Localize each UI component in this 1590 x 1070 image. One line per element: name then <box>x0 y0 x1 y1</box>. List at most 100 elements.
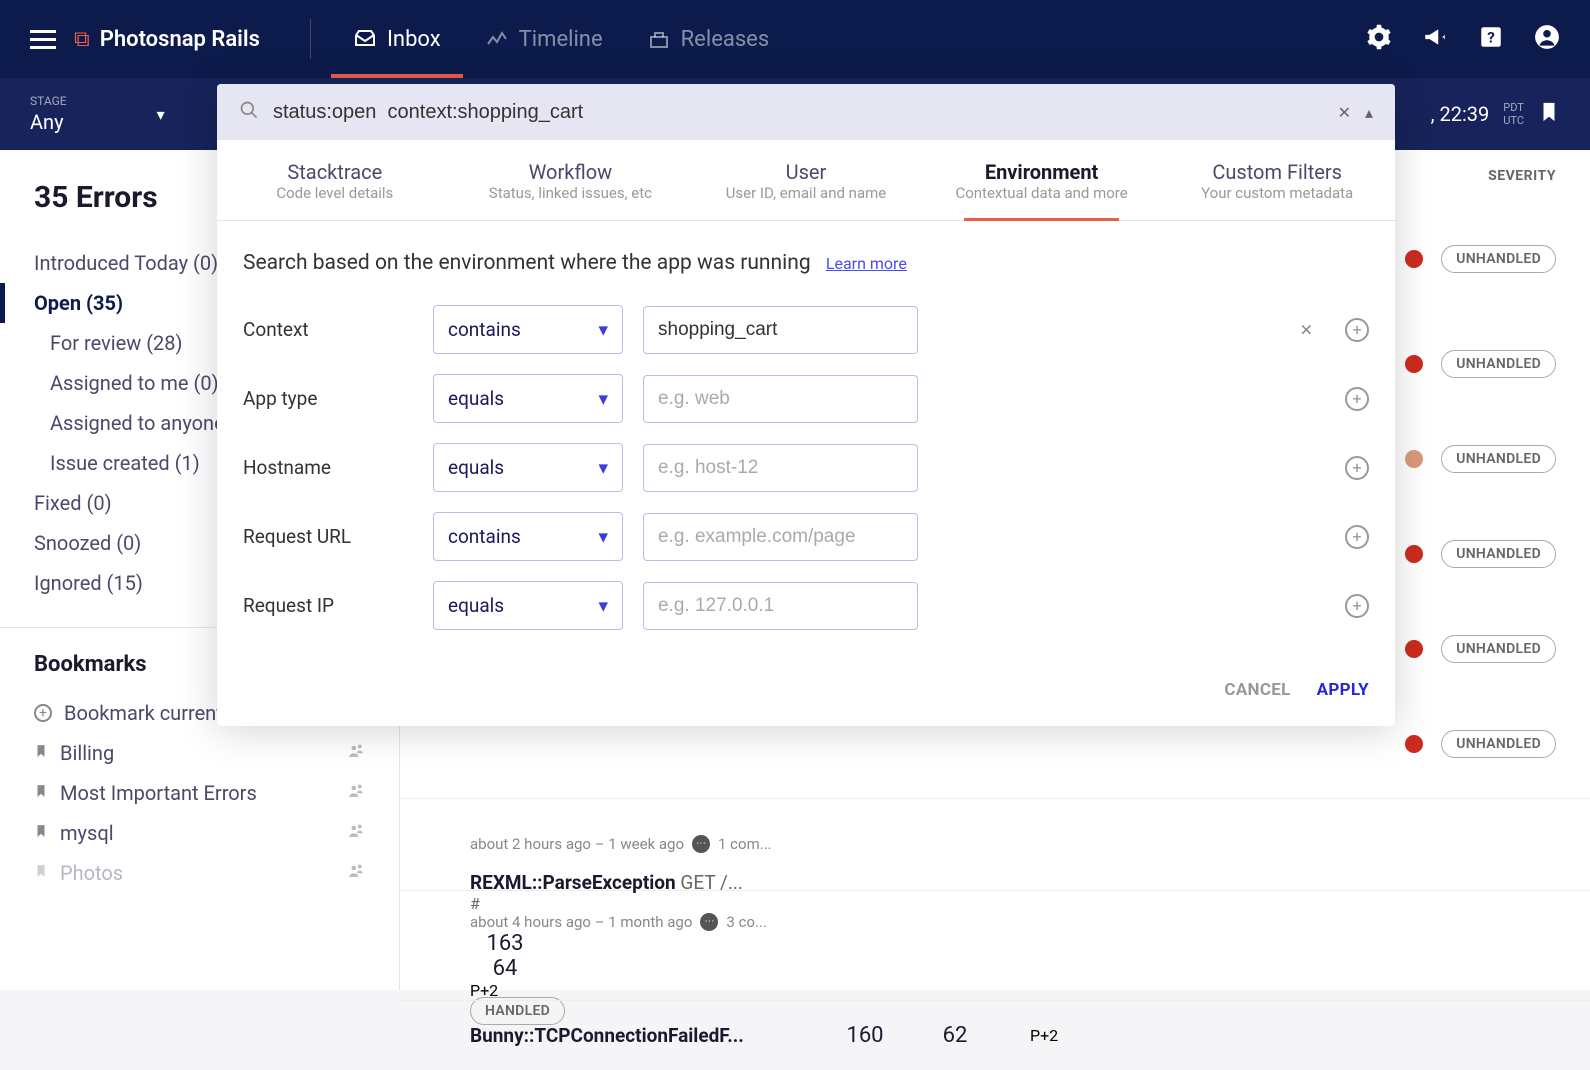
tab-subtitle: Your custom metadata <box>1159 184 1395 202</box>
tab-workflow[interactable]: WorkflowStatus, linked issues, etc <box>453 140 689 220</box>
plus-circle-icon: + <box>34 704 52 722</box>
learn-more-link[interactable]: Learn more <box>826 254 907 273</box>
filter-value-input[interactable] <box>643 513 918 561</box>
nav-inbox[interactable]: Inbox <box>331 0 463 78</box>
filter-label: Context <box>243 318 413 341</box>
tab-subtitle: Contextual data and more <box>924 184 1160 202</box>
chevron-down-icon: ▾ <box>598 594 608 617</box>
timestamp: , 22:39 <box>1431 102 1490 126</box>
bookmark-label: Photos <box>60 861 123 885</box>
menu-icon[interactable] <box>30 30 56 49</box>
tab-title: User <box>688 160 924 184</box>
account-icon[interactable] <box>1534 24 1560 54</box>
timezone: PDT UTC <box>1503 101 1524 127</box>
error-info: about 2 hours ago – 1 week ago ⋯ 1 com..… <box>470 835 810 853</box>
search-bar: ✕ ▴ <box>217 84 1395 140</box>
operator-select[interactable]: equals▾ <box>433 443 623 492</box>
severity-dot <box>1405 640 1423 658</box>
error-row[interactable]: REXML::ParseException GET /...#about 4 h… <box>400 890 1590 998</box>
bookmark-label: mysql <box>60 821 114 845</box>
bookmark-label: Most Important Errors <box>60 781 257 805</box>
chevron-down-icon: ▾ <box>598 387 608 410</box>
share-icon[interactable] <box>347 821 365 845</box>
nav-divider <box>310 19 311 59</box>
tab-subtitle: User ID, email and name <box>688 184 924 202</box>
section-description: Search based on the environment where th… <box>243 251 1369 275</box>
error-method: GET /... <box>680 871 742 894</box>
help-icon[interactable]: ? <box>1478 24 1504 54</box>
share-icon[interactable] <box>347 781 365 805</box>
bookmark-label: Billing <box>60 741 114 765</box>
svg-text:?: ? <box>1487 28 1495 46</box>
tab-custom-filters[interactable]: Custom FiltersYour custom metadata <box>1159 140 1395 220</box>
add-filter-icon[interactable]: + <box>1345 318 1369 342</box>
bookmark-item[interactable]: Billing <box>0 733 399 773</box>
stage-label: STAGE <box>30 94 67 108</box>
bookmark-item[interactable]: mysql <box>0 813 399 853</box>
error-row[interactable]: Bunny::TCPConnectionFailedF... 16062P+2 <box>400 1000 1590 1070</box>
tab-user[interactable]: UserUser ID, email and name <box>688 140 924 220</box>
bookmark-item[interactable]: Most Important Errors <box>0 773 399 813</box>
error-count-1: 163 <box>470 931 540 956</box>
add-filter-icon[interactable]: + <box>1345 387 1369 411</box>
error-time: about 2 hours ago – 1 week ago ⋯ 1 com..… <box>470 835 810 853</box>
tab-title: Stacktrace <box>217 160 453 184</box>
filter-value-input[interactable] <box>643 582 918 630</box>
filter-value-input[interactable] <box>643 375 918 423</box>
filter-value-input[interactable] <box>643 444 918 492</box>
filter-label: App type <box>243 387 413 410</box>
stage-selector[interactable]: STAGE Any <box>30 94 67 134</box>
add-filter-icon[interactable]: + <box>1345 525 1369 549</box>
search-input[interactable] <box>273 101 1324 124</box>
error-time: about 4 hours ago – 1 month ago ⋯ 3 co..… <box>470 913 810 931</box>
apply-button[interactable]: APPLY <box>1317 680 1369 700</box>
search-builder-modal: ✕ ▴ StacktraceCode level detailsWorkflow… <box>217 84 1395 726</box>
nav-timeline[interactable]: Timeline <box>463 0 625 78</box>
chevron-down-icon[interactable]: ▾ <box>157 105 165 124</box>
add-filter-icon[interactable]: + <box>1345 456 1369 480</box>
operator-select[interactable]: equals▾ <box>433 374 623 423</box>
bookmark-item[interactable]: Photos <box>0 853 399 893</box>
bookmark-icon <box>34 821 48 845</box>
tab-stacktrace[interactable]: StacktraceCode level details <box>217 140 453 220</box>
operator-select[interactable]: contains▾ <box>433 512 623 561</box>
filter-value-input[interactable] <box>643 306 918 354</box>
bookmark-icon <box>34 741 48 765</box>
operator-select[interactable]: contains▾ <box>433 305 623 354</box>
tab-title: Environment <box>924 160 1160 184</box>
error-title: REXML::ParseException <box>470 871 676 894</box>
status-pill: UNHANDLED <box>1441 245 1556 273</box>
tab-title: Custom Filters <box>1159 160 1395 184</box>
severity-cell: UNHANDLED <box>1405 445 1556 473</box>
bookmark-icon <box>34 781 48 805</box>
releases-icon <box>647 27 671 51</box>
collapse-icon[interactable]: ▴ <box>1365 103 1373 122</box>
error-title: Bunny::TCPConnectionFailedF... <box>470 1024 744 1047</box>
share-icon[interactable] <box>347 741 365 765</box>
status-pill: UNHANDLED <box>1441 445 1556 473</box>
nav-releases[interactable]: Releases <box>625 0 792 78</box>
top-nav: ⧉ Photosnap Rails Inbox Timeline Release… <box>0 0 1590 78</box>
stage-value: Any <box>30 110 67 134</box>
status-pill: UNHANDLED <box>1441 540 1556 568</box>
comments-icon: ⋯ <box>700 913 718 931</box>
add-filter-icon[interactable]: + <box>1345 594 1369 618</box>
severity-cell: UNHANDLED <box>1405 350 1556 378</box>
severity-dot <box>1405 450 1423 468</box>
error-count-2: 62 <box>920 1023 990 1048</box>
error-subtitle: #about 4 hours ago – 1 month ago ⋯ 3 co.… <box>470 894 810 931</box>
chevron-down-icon: ▾ <box>598 525 608 548</box>
severity-cell: UNHANDLED <box>1405 245 1556 273</box>
announcements-icon[interactable] <box>1422 24 1448 54</box>
cancel-button[interactable]: CANCEL <box>1224 680 1290 700</box>
tab-environment[interactable]: EnvironmentContextual data and more <box>924 140 1160 220</box>
operator-select[interactable]: equals▾ <box>433 581 623 630</box>
filter-row: Request URLcontains▾+ <box>243 512 1369 561</box>
bookmark-icon[interactable] <box>1538 98 1560 130</box>
filter-label: Request IP <box>243 594 413 617</box>
share-icon[interactable] <box>347 861 365 885</box>
nav-releases-label: Releases <box>681 27 770 52</box>
clear-search-icon[interactable]: ✕ <box>1338 103 1351 122</box>
clear-icon[interactable]: ✕ <box>1300 320 1313 339</box>
settings-icon[interactable] <box>1366 24 1392 54</box>
